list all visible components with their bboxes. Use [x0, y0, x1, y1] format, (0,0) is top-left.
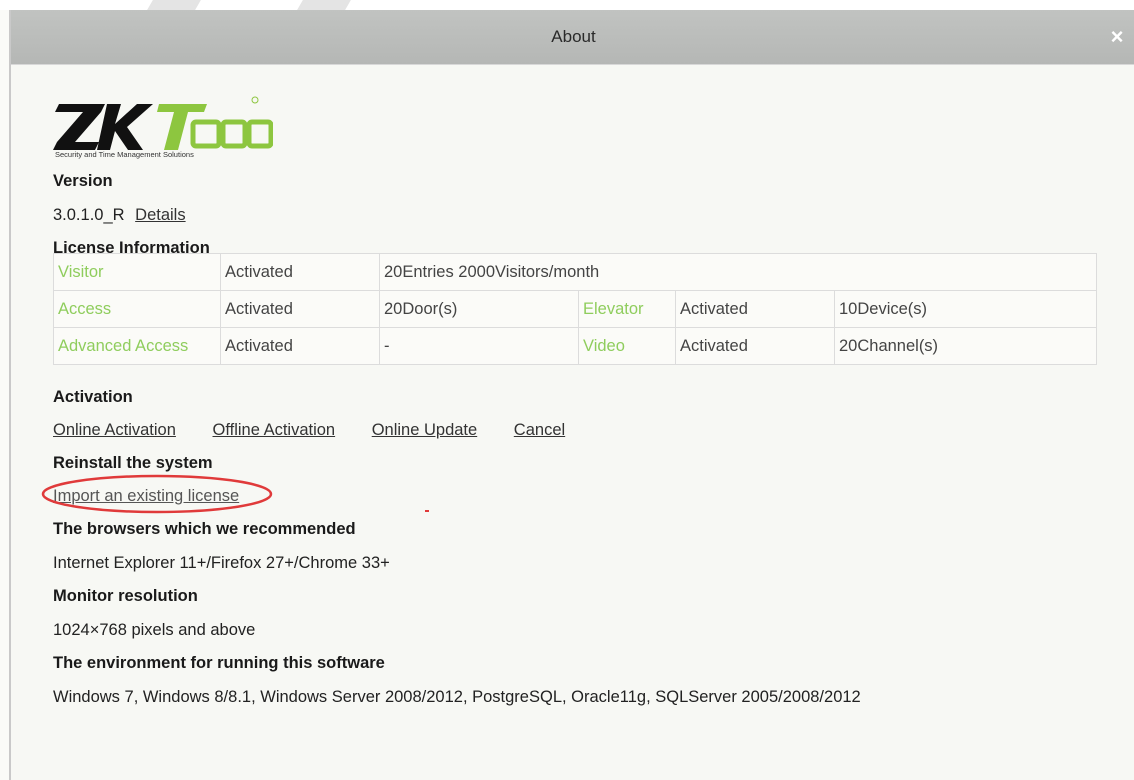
browsers-value: Internet Explorer 11+/Firefox 27+/Chrome…: [53, 554, 390, 572]
annotation-mark: [425, 510, 429, 512]
browsers-heading: The browsers which we recommended: [53, 520, 356, 538]
module-status: Activated: [220, 327, 380, 365]
version-value: 3.0.1.0_R: [53, 206, 125, 224]
module-capacity: 20Channel(s): [834, 327, 1097, 365]
module-name: Video: [578, 327, 676, 365]
details-link[interactable]: Details: [135, 206, 185, 224]
activation-heading: Activation: [53, 388, 133, 406]
module-capacity: -: [379, 327, 579, 365]
module-status: Activated: [220, 290, 380, 328]
monitor-value: 1024×768 pixels and above: [53, 621, 256, 639]
zkteco-logo: Security and Time Management Solutions: [53, 90, 274, 164]
about-dialog: About × Security and Time Management Sol…: [9, 10, 1134, 780]
decorative-shape: [297, 0, 351, 10]
logo-tagline: Security and Time Management Solutions: [55, 150, 194, 159]
online-update-link[interactable]: Online Update: [372, 421, 478, 439]
import-license-row: Import an existing license: [53, 487, 239, 506]
license-table: Visitor Activated 20Entries 2000Visitors…: [53, 253, 1097, 365]
background-strip: [0, 0, 1134, 10]
decorative-shape: [147, 0, 201, 10]
screenshot-page: About × Security and Time Management Sol…: [0, 0, 1134, 780]
environment-heading: The environment for running this softwar…: [53, 654, 385, 672]
version-heading: Version: [53, 172, 113, 190]
module-name: Access: [53, 290, 221, 328]
import-license-link[interactable]: Import an existing license: [53, 487, 239, 505]
activation-links: Online Activation Offline Activation Onl…: [53, 421, 597, 440]
cancel-link[interactable]: Cancel: [514, 421, 565, 439]
module-status: Activated: [675, 290, 835, 328]
reinstall-heading: Reinstall the system: [53, 454, 213, 472]
zkteco-logo-mark: [53, 96, 274, 150]
version-row: 3.0.1.0_R Details: [53, 206, 186, 225]
close-button[interactable]: ×: [1104, 24, 1130, 50]
table-row: Visitor Activated 20Entries 2000Visitors…: [53, 253, 1097, 291]
online-activation-link[interactable]: Online Activation: [53, 421, 176, 439]
module-capacity: 20Door(s): [379, 290, 579, 328]
environment-value: Windows 7, Windows 8/8.1, Windows Server…: [53, 688, 861, 706]
close-icon: ×: [1110, 24, 1124, 49]
module-status: Activated: [220, 253, 380, 291]
module-name: Advanced Access: [53, 327, 221, 365]
module-capacity: 10Device(s): [834, 290, 1097, 328]
module-name: Visitor: [53, 253, 221, 291]
monitor-heading: Monitor resolution: [53, 587, 198, 605]
dialog-titlebar: About ×: [11, 10, 1134, 65]
module-status: Activated: [675, 327, 835, 365]
table-row: Advanced Access Activated - Video Activa…: [53, 327, 1097, 365]
dialog-title: About: [551, 27, 596, 46]
table-row: Access Activated 20Door(s) Elevator Acti…: [53, 290, 1097, 328]
offline-activation-link[interactable]: Offline Activation: [213, 421, 336, 439]
module-capacity: 20Entries 2000Visitors/month: [379, 253, 1097, 291]
module-name: Elevator: [578, 290, 676, 328]
